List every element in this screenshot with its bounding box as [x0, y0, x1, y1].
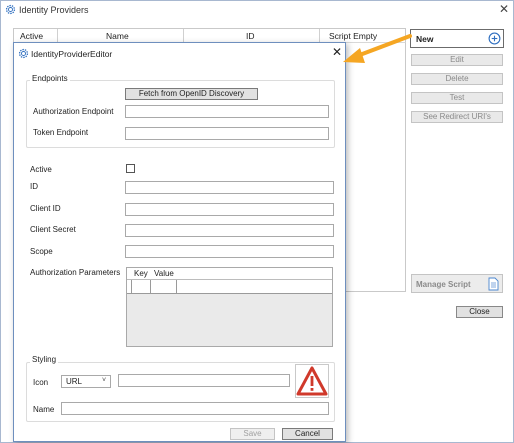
- client-secret-label: Client Secret: [30, 225, 76, 234]
- edit-button[interactable]: Edit: [411, 54, 503, 66]
- gear-icon: [5, 4, 16, 15]
- id-input[interactable]: [125, 181, 334, 194]
- chevron-down-icon: ˅: [102, 377, 107, 384]
- icon-type-value: URL: [66, 377, 83, 386]
- dialog-title: IdentityProviderEditor: [31, 49, 113, 59]
- delete-button[interactable]: Delete: [411, 73, 503, 85]
- client-secret-input[interactable]: [125, 224, 334, 237]
- scope-label: Scope: [30, 247, 53, 256]
- column-header-script-empty[interactable]: Script Empty: [329, 31, 377, 41]
- new-parameter-row[interactable]: [127, 280, 332, 294]
- styling-legend: Styling: [30, 355, 59, 364]
- new-label: New: [416, 34, 434, 44]
- column-header-name[interactable]: Name: [106, 31, 129, 41]
- manage-script-label: Manage Script: [416, 280, 471, 289]
- client-id-input[interactable]: [125, 203, 334, 216]
- warning-triangle-icon: [296, 366, 328, 396]
- column-header-value[interactable]: Value: [154, 269, 174, 278]
- row-cell-divider: [176, 280, 177, 294]
- identity-provider-editor-dialog: IdentityProviderEditor ✕ Endpoints Fetch…: [13, 42, 346, 442]
- plus-circle-icon: [488, 32, 501, 45]
- column-separator[interactable]: [183, 29, 184, 42]
- token-endpoint-input[interactable]: [125, 127, 329, 140]
- providers-grid-header: Active Name ID Script Empty: [13, 28, 406, 42]
- icon-url-input[interactable]: [118, 374, 290, 387]
- column-separator[interactable]: [319, 29, 320, 42]
- active-label: Active: [30, 165, 52, 174]
- scope-input[interactable]: [125, 245, 334, 258]
- document-icon: [488, 277, 499, 291]
- token-endpoint-label: Token Endpoint: [33, 128, 89, 137]
- endpoints-legend: Endpoints: [30, 74, 70, 83]
- authorization-parameters-grid[interactable]: Key Value: [126, 267, 333, 347]
- active-checkbox[interactable]: [126, 164, 135, 173]
- column-header-active[interactable]: Active: [20, 31, 43, 41]
- close-icon[interactable]: ✕: [332, 45, 342, 59]
- column-header-key[interactable]: Key: [134, 269, 148, 278]
- column-header-id[interactable]: ID: [246, 31, 255, 41]
- window-title: Identity Providers: [19, 5, 89, 15]
- row-cell-divider: [150, 280, 151, 294]
- authorization-endpoint-input[interactable]: [125, 105, 329, 118]
- gear-icon: [18, 48, 29, 59]
- authorization-endpoint-label: Authorization Endpoint: [33, 107, 114, 116]
- icon-type-select[interactable]: URL ˅: [61, 375, 111, 388]
- id-label: ID: [30, 182, 38, 191]
- authorization-parameters-label: Authorization Parameters: [30, 268, 121, 277]
- icon-preview: [295, 364, 329, 398]
- close-icon[interactable]: ✕: [499, 2, 509, 16]
- parameters-grid-header: Key Value: [127, 268, 332, 280]
- fetch-openid-discovery-button[interactable]: Fetch from OpenID Discovery: [125, 88, 258, 100]
- close-button[interactable]: Close: [456, 306, 503, 318]
- icon-label: Icon: [33, 378, 49, 387]
- test-button[interactable]: Test: [411, 92, 503, 104]
- new-provider-button[interactable]: New: [410, 29, 504, 48]
- name-input[interactable]: [61, 402, 329, 415]
- see-redirect-uris-button[interactable]: See Redirect URI's: [411, 111, 503, 123]
- client-id-label: Client ID: [30, 204, 61, 213]
- row-cell-divider: [131, 280, 132, 294]
- cancel-button[interactable]: Cancel: [282, 428, 333, 440]
- save-button[interactable]: Save: [230, 428, 275, 440]
- manage-script-button[interactable]: Manage Script: [411, 274, 503, 293]
- column-separator[interactable]: [57, 29, 58, 42]
- name-label: Name: [33, 405, 55, 414]
